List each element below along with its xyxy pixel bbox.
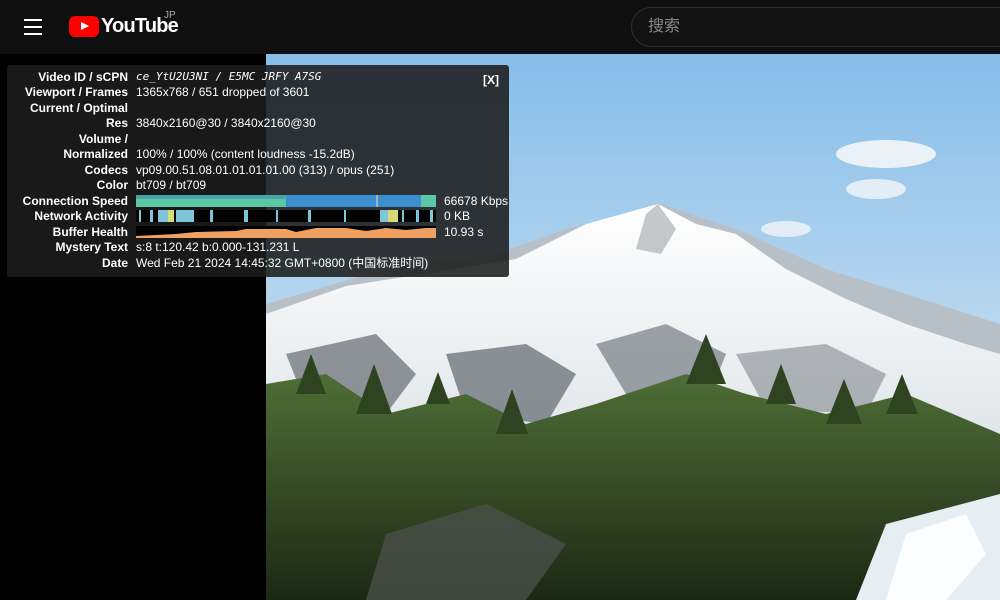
masthead: YouTube JP	[0, 0, 1000, 54]
search-box[interactable]	[631, 7, 1000, 47]
stats-value: bt709 / bt709	[136, 178, 207, 193]
stats-row-current-optimal: Current / Optimal	[7, 100, 509, 116]
stats-label: Buffer Health	[52, 224, 128, 239]
stats-label: Normalized	[63, 147, 128, 162]
search-input[interactable]	[632, 8, 1000, 46]
stats-label: Connection Speed	[22, 193, 128, 208]
stats-value: 100% / 100% (content loudness -15.2dB)	[136, 147, 355, 162]
stats-row-date: Date Wed Feb 21 2024 14:45:32 GMT+0800 (…	[7, 255, 509, 271]
stats-value: 66678 Kbps	[444, 193, 509, 208]
network-activity-graph	[136, 210, 436, 223]
stats-value: s:8 t:120.42 b:0.000-131.231 L	[136, 240, 300, 255]
youtube-logo[interactable]: YouTube	[69, 14, 179, 38]
stats-row-color: Color bt709 / bt709	[7, 178, 509, 194]
stats-label: Network Activity	[34, 209, 128, 224]
stats-value: ce_YtU2U3NI / E5MC JRFY A7SG	[136, 70, 322, 84]
stats-row-volume: Volume /	[7, 131, 509, 147]
stats-label: Codecs	[84, 162, 128, 177]
stats-label: Video ID / sCPN	[38, 69, 128, 84]
stats-row-res: Res 3840x2160@30 / 3840x2160@30	[7, 116, 509, 132]
video-player[interactable]: [X] Video ID / sCPN ce_YtU2U3NI / E5MC J…	[0, 54, 1000, 600]
stats-value: vp09.00.51.08.01.01.01.01.00 (313) / opu…	[136, 162, 395, 177]
stats-row-mystery-text: Mystery Text s:8 t:120.42 b:0.000-131.23…	[7, 240, 509, 256]
play-logo-icon	[69, 15, 99, 37]
stats-for-nerds-panel: [X] Video ID / sCPN ce_YtU2U3NI / E5MC J…	[7, 65, 509, 277]
stats-value: 10.93 s	[444, 224, 484, 239]
stats-label: Color	[96, 178, 128, 193]
stats-label: Res	[105, 116, 128, 131]
stats-row-normalized: Normalized 100% / 100% (content loudness…	[7, 147, 509, 163]
stats-label: Viewport / Frames	[24, 85, 128, 100]
stats-row-network-activity: Network Activity 0 KB	[7, 209, 509, 225]
stats-value: 3840x2160@30 / 3840x2160@30	[136, 116, 316, 131]
country-code: JP	[164, 10, 176, 21]
stats-label: Volume /	[78, 131, 128, 146]
stats-row-video-id: Video ID / sCPN ce_YtU2U3NI / E5MC JRFY …	[7, 69, 509, 85]
buffer-health-graph	[136, 225, 436, 238]
stats-value: Wed Feb 21 2024 14:45:32 GMT+0800 (中国标准时…	[136, 256, 429, 271]
stats-row-buffer-health: Buffer Health 10.93 s	[7, 224, 509, 240]
stats-value: 0 KB	[444, 209, 471, 224]
stats-label: Date	[101, 255, 128, 270]
stats-row-codecs: Codecs vp09.00.51.08.01.01.01.01.00 (313…	[7, 162, 509, 178]
connection-speed-graph	[136, 194, 436, 207]
menu-icon[interactable]	[14, 8, 52, 46]
stats-close-button[interactable]: [X]	[483, 73, 499, 87]
stats-label: Current / Optimal	[29, 100, 128, 115]
stats-value: 1365x768 / 651 dropped of 3601	[136, 85, 310, 100]
stats-row-viewport: Viewport / Frames 1365x768 / 651 dropped…	[7, 85, 509, 101]
stats-row-connection-speed: Connection Speed 66678 Kbps	[7, 193, 509, 209]
stats-label: Mystery Text	[55, 240, 128, 255]
